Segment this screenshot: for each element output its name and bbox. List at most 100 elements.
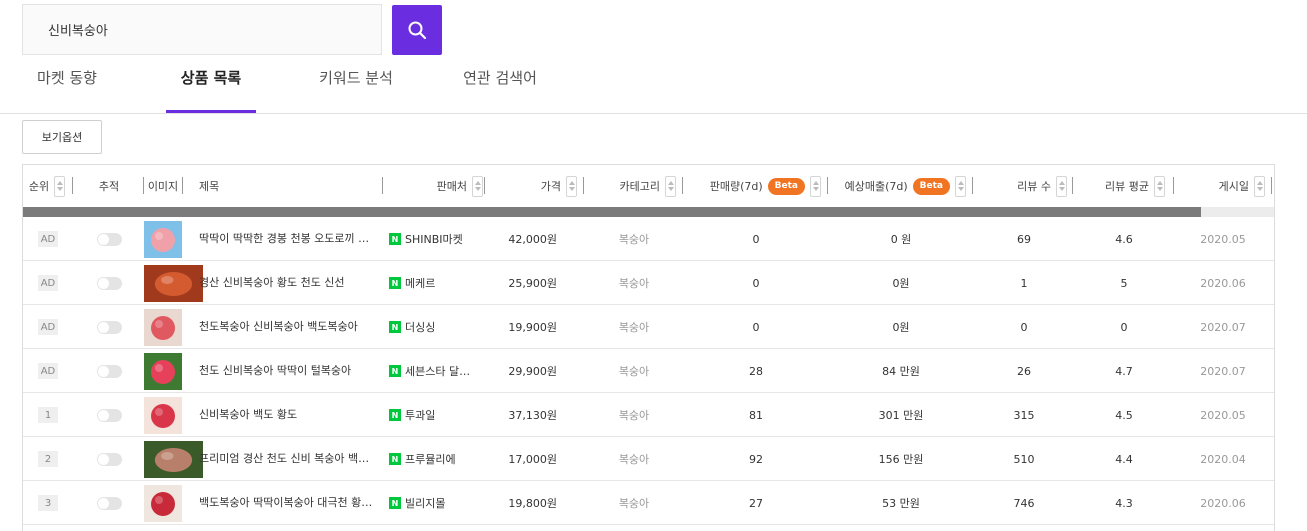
review-count: 746: [1013, 496, 1035, 510]
sort-icon[interactable]: [1254, 175, 1265, 197]
product-thumbnail[interactable]: [144, 396, 182, 434]
revenue-7d: 0원: [892, 277, 910, 290]
revenue-7d: 301 만원: [878, 409, 924, 422]
seller-name[interactable]: 세븐스타 달…: [405, 363, 470, 379]
col-price[interactable]: 가격: [485, 165, 577, 207]
product-thumbnail[interactable]: [144, 484, 182, 522]
review-count: 1: [1020, 276, 1028, 290]
price: 37,130원: [508, 409, 557, 422]
rank-badge: AD: [38, 275, 58, 291]
product-thumbnail[interactable]: [144, 352, 182, 390]
revenue-7d: 156 만원: [878, 453, 924, 466]
beta-badge: Beta: [767, 177, 805, 195]
naver-icon: N: [389, 277, 401, 289]
seller-name[interactable]: SHINBI마켓: [405, 231, 463, 247]
track-toggle[interactable]: [96, 232, 122, 246]
review-average: 4.5: [1115, 408, 1133, 422]
seller-name[interactable]: 빌리지몰: [405, 495, 445, 511]
review-average: 4.4: [1115, 452, 1133, 466]
track-toggle[interactable]: [96, 452, 122, 466]
product-table: 순위 추적 이미지 제목 판매처 가격 카테고리 판매량(7d) Beta 예상…: [22, 164, 1275, 531]
seller-name[interactable]: 메케르: [405, 275, 435, 291]
post-date: 2020.07: [1200, 320, 1246, 334]
track-toggle[interactable]: [96, 320, 122, 334]
sort-icon[interactable]: [566, 175, 577, 197]
product-thumbnail[interactable]: [144, 440, 203, 478]
tab-product-list[interactable]: 상품 목록: [166, 56, 256, 113]
product-thumbnail[interactable]: [144, 264, 203, 302]
price: 17,000원: [508, 453, 557, 466]
col-sales[interactable]: 판매량(7d) Beta: [683, 165, 821, 207]
naver-icon: N: [389, 453, 401, 465]
review-count: 69: [1017, 232, 1031, 246]
product-title[interactable]: 경산 신비복숭아 황도 천도 신선: [199, 261, 345, 305]
search-button[interactable]: [392, 5, 442, 55]
naver-icon: N: [389, 233, 401, 245]
table-row[interactable]: 3 백도복숭아 딱딱이복숭아 대극천 황… N 빌리지몰 19,800원 복숭아…: [23, 481, 1274, 525]
review-average: 4.7: [1115, 364, 1133, 378]
seller-name[interactable]: 프루뮬리에: [405, 451, 456, 467]
tab-market-trend[interactable]: 마켓 동향: [22, 56, 112, 113]
revenue-7d: 84 만원: [882, 365, 920, 378]
product-thumbnail[interactable]: [144, 220, 182, 258]
seller-name[interactable]: 더싱싱: [405, 319, 435, 335]
col-rank[interactable]: 순위: [23, 165, 71, 207]
col-date[interactable]: 게시일: [1174, 165, 1265, 207]
view-options-button[interactable]: 보기옵션: [22, 120, 102, 154]
table-row[interactable]: 2 프리미엄 경산 천도 신비 복숭아 백… N 프루뮬리에 17,000원 복…: [23, 437, 1274, 481]
review-average: 4.6: [1115, 232, 1133, 246]
post-date: 2020.05: [1200, 408, 1246, 422]
search-icon: [408, 21, 427, 40]
product-title[interactable]: 천도 신비복숭아 딱딱이 털복숭아: [199, 349, 351, 393]
tab-related-keywords[interactable]: 연관 검색어: [450, 56, 550, 113]
track-toggle[interactable]: [96, 364, 122, 378]
col-category[interactable]: 카테고리: [584, 165, 676, 207]
loading-progress-fill: [23, 207, 1201, 217]
product-title[interactable]: 신비복숭아 백도 황도: [199, 393, 297, 437]
col-reviews[interactable]: 리뷰 수: [973, 165, 1067, 207]
track-toggle[interactable]: [96, 276, 122, 290]
category: 복숭아: [618, 453, 650, 466]
rank-badge: AD: [38, 231, 58, 247]
tab-bar: 마켓 동향 상품 목록 키워드 분석 연관 검색어: [0, 56, 1307, 114]
col-rating[interactable]: 리뷰 평균: [1073, 165, 1165, 207]
search-box[interactable]: [22, 4, 382, 55]
sales-7d: 81: [749, 408, 763, 422]
review-count: 26: [1017, 364, 1031, 378]
sort-icon[interactable]: [955, 175, 966, 197]
sort-icon[interactable]: [1154, 175, 1165, 197]
post-date: 2020.06: [1200, 276, 1246, 290]
product-title[interactable]: 천도복숭아 신비복숭아 백도복숭아: [199, 305, 358, 349]
seller-name[interactable]: 투과일: [405, 407, 435, 423]
table-row[interactable]: 1 신비복숭아 백도 황도 N 투과일 37,130원 복숭아 81 301 만…: [23, 393, 1274, 437]
product-title[interactable]: 프리미엄 경산 천도 신비 복숭아 백…: [199, 437, 369, 481]
product-title[interactable]: 딱딱이 딱딱한 경봉 천봉 오도로끼 …: [199, 217, 369, 261]
sort-icon[interactable]: [54, 175, 66, 197]
sort-icon[interactable]: [472, 175, 483, 197]
search-input[interactable]: [23, 5, 381, 54]
product-title[interactable]: 백도복숭아 딱딱이복숭아 대극천 황…: [199, 481, 372, 525]
post-date: 2020.07: [1200, 364, 1246, 378]
col-revenue[interactable]: 예상매출(7d) Beta: [828, 165, 966, 207]
rank-badge: 1: [38, 407, 58, 423]
track-toggle[interactable]: [96, 408, 122, 422]
col-seller[interactable]: 판매처: [383, 165, 483, 207]
price: 42,000원: [508, 233, 557, 246]
price: 19,800원: [508, 497, 557, 510]
table-row[interactable]: AD 천도복숭아 신비복숭아 백도복숭아 N 더싱싱 19,900원 복숭아 0: [23, 305, 1274, 349]
table-row[interactable]: AD 경산 신비복숭아 황도 천도 신선 N 메케르 25,900원 복숭아 0: [23, 261, 1274, 305]
rank-badge: AD: [38, 319, 58, 335]
track-toggle[interactable]: [96, 496, 122, 510]
category: 복숭아: [618, 277, 650, 290]
product-thumbnail[interactable]: [144, 308, 182, 346]
sort-icon[interactable]: [1056, 175, 1067, 197]
rank-badge: 2: [38, 451, 58, 467]
sort-icon[interactable]: [810, 175, 821, 197]
naver-icon: N: [389, 321, 401, 333]
naver-icon: N: [389, 497, 401, 509]
table-row[interactable]: AD 천도 신비복숭아 딱딱이 털복숭아 N 세븐스타 달… 29,900원 복…: [23, 349, 1274, 393]
table-row[interactable]: AD 딱딱이 딱딱한 경봉 천봉 오도로끼 … N SHINBI마켓 42,00…: [23, 217, 1274, 261]
tab-keyword-analysis[interactable]: 키워드 분석: [306, 56, 406, 113]
sort-icon[interactable]: [665, 175, 676, 197]
review-count: 510: [1013, 452, 1035, 466]
